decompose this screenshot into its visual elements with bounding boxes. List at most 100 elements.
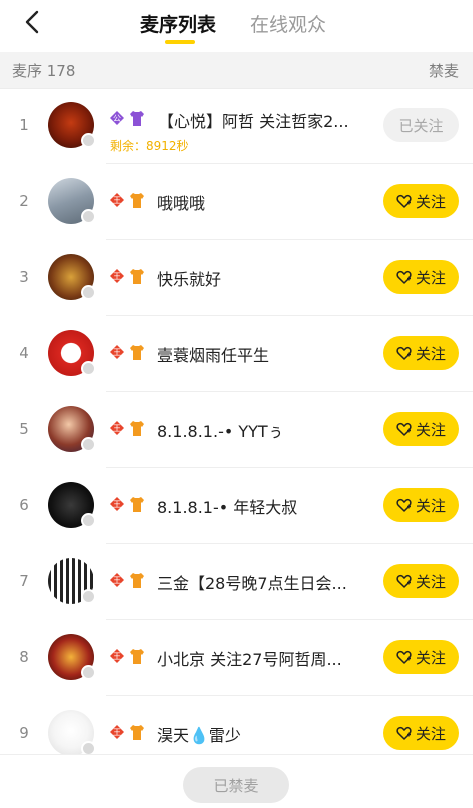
follow-button-label: 已关注	[398, 116, 444, 135]
mic-queue-row[interactable]: 3 王 快乐就好 关注	[0, 240, 473, 316]
heart-plus-icon	[396, 573, 412, 589]
followed-button[interactable]: 已关注	[383, 108, 459, 142]
online-status-dot	[81, 437, 96, 452]
heart-plus-icon	[396, 725, 412, 741]
king-badge-icon: 王	[109, 343, 125, 361]
mic-queue-row[interactable]: 5 王 8.1.8.1.-• YYTぅ 关注	[0, 392, 473, 468]
svg-text:王: 王	[113, 652, 121, 661]
queue-position: 8	[19, 648, 29, 666]
avatar[interactable]	[48, 634, 96, 680]
avatar[interactable]	[48, 406, 96, 452]
footer-bar: 已禁麦	[0, 754, 473, 808]
tab-mic-list[interactable]: 麦序列表	[140, 10, 216, 37]
follow-button[interactable]: 关注	[383, 716, 459, 750]
avatar[interactable]	[48, 254, 96, 300]
heart-plus-icon	[396, 269, 412, 285]
follow-button-label: 关注	[415, 724, 446, 743]
svg-text:王: 王	[113, 348, 121, 357]
shirt-purple-icon	[129, 109, 145, 127]
shirt-orange-icon	[129, 267, 145, 285]
ban-mic-button[interactable]: 禁麦	[429, 60, 459, 81]
online-status-dot	[81, 513, 96, 528]
shirt-orange-icon	[129, 571, 145, 589]
tab-online-audience[interactable]: 在线观众	[250, 10, 326, 37]
follow-button-label: 关注	[415, 268, 446, 287]
top-bar: 麦序列表 在线观众	[0, 0, 473, 52]
avatar[interactable]	[48, 330, 96, 376]
svg-text:王: 王	[113, 424, 121, 433]
king-badge-icon: 王	[109, 495, 125, 513]
king-badge-icon: 王	[109, 191, 125, 209]
user-name: 淏天💧雷少	[157, 726, 241, 745]
shirt-orange-icon	[129, 343, 145, 361]
queue-position: 9	[19, 724, 29, 742]
svg-text:王: 王	[113, 728, 121, 737]
online-status-dot	[81, 361, 96, 376]
svg-text:王: 王	[113, 576, 121, 585]
user-name: 小北京 关注27号阿哲周...	[157, 650, 342, 669]
svg-text:公: 公	[113, 114, 121, 123]
official-badge-icon: 公	[109, 109, 125, 127]
king-badge-icon: 王	[109, 571, 125, 589]
follow-button[interactable]: 关注	[383, 184, 459, 218]
shirt-orange-icon	[129, 191, 145, 209]
follow-button-label: 关注	[415, 344, 446, 363]
mic-queue-row[interactable]: 4 王 壹蓑烟雨任平生 关注	[0, 316, 473, 392]
avatar[interactable]	[48, 482, 96, 528]
follow-button[interactable]: 关注	[383, 640, 459, 674]
follow-button[interactable]: 关注	[383, 260, 459, 294]
king-badge-icon: 王	[109, 419, 125, 437]
king-badge-icon: 王	[109, 267, 125, 285]
queue-position: 3	[19, 268, 29, 286]
svg-text:王: 王	[113, 196, 121, 205]
queue-position: 6	[19, 496, 29, 514]
avatar[interactable]	[48, 178, 96, 224]
user-name: 8.1.8.1-• 年轻大叔	[157, 498, 298, 517]
user-name: 三金【28号晚7点生日会...	[157, 574, 347, 593]
mic-queue-row[interactable]: 1 公 【心悦】阿哲 关注哲家2... 剩余：8912秒 已关注	[0, 88, 473, 164]
mic-queue-row[interactable]: 8 王 小北京 关注27号阿哲周... 关注	[0, 620, 473, 696]
follow-button[interactable]: 关注	[383, 488, 459, 522]
heart-plus-icon	[396, 421, 412, 437]
user-name: 壹蓑烟雨任平生	[157, 346, 270, 365]
queue-position: 2	[19, 192, 29, 210]
avatar[interactable]	[48, 710, 96, 756]
mic-queue-row[interactable]: 2 王 哦哦哦 关注	[0, 164, 473, 240]
shirt-orange-icon	[129, 723, 145, 741]
queue-position: 4	[19, 344, 29, 362]
mic-queue-count: 麦序 178	[12, 62, 76, 80]
queue-position: 5	[19, 420, 29, 438]
follow-button-label: 关注	[415, 192, 446, 211]
king-badge-icon: 王	[109, 647, 125, 665]
user-name: 快乐就好	[157, 270, 222, 289]
follow-button-label: 关注	[415, 572, 446, 591]
online-status-dot	[81, 665, 96, 680]
online-status-dot	[81, 133, 96, 148]
heart-plus-icon	[396, 497, 412, 513]
user-name: 哦哦哦	[157, 194, 206, 213]
mic-queue-row[interactable]: 7 王 三金【28号晚7点生日会... 关注	[0, 544, 473, 620]
back-icon[interactable]	[18, 8, 46, 36]
heart-plus-icon	[396, 193, 412, 209]
shirt-orange-icon	[129, 647, 145, 665]
svg-text:王: 王	[113, 500, 121, 509]
follow-button-label: 关注	[415, 648, 446, 667]
banned-mic-button[interactable]: 已禁麦	[183, 767, 289, 803]
online-status-dot	[81, 589, 96, 604]
avatar[interactable]	[48, 558, 96, 604]
queue-position: 1	[19, 116, 29, 134]
avatar[interactable]	[48, 102, 96, 148]
follow-button[interactable]: 关注	[383, 336, 459, 370]
user-name: 8.1.8.1.-• YYTぅ	[157, 422, 284, 441]
remaining-time: 剩余：8912秒	[110, 139, 189, 153]
follow-button[interactable]: 关注	[383, 412, 459, 446]
mic-queue-row[interactable]: 6 王 8.1.8.1-• 年轻大叔 关注	[0, 468, 473, 544]
shirt-orange-icon	[129, 419, 145, 437]
follow-button[interactable]: 关注	[383, 564, 459, 598]
online-status-dot	[81, 285, 96, 300]
follow-button-label: 关注	[415, 420, 446, 439]
online-status-dot	[81, 209, 96, 224]
mic-queue-summary-bar: 麦序 178 禁麦	[0, 52, 473, 89]
heart-plus-icon	[396, 649, 412, 665]
active-tab-indicator	[165, 40, 195, 44]
